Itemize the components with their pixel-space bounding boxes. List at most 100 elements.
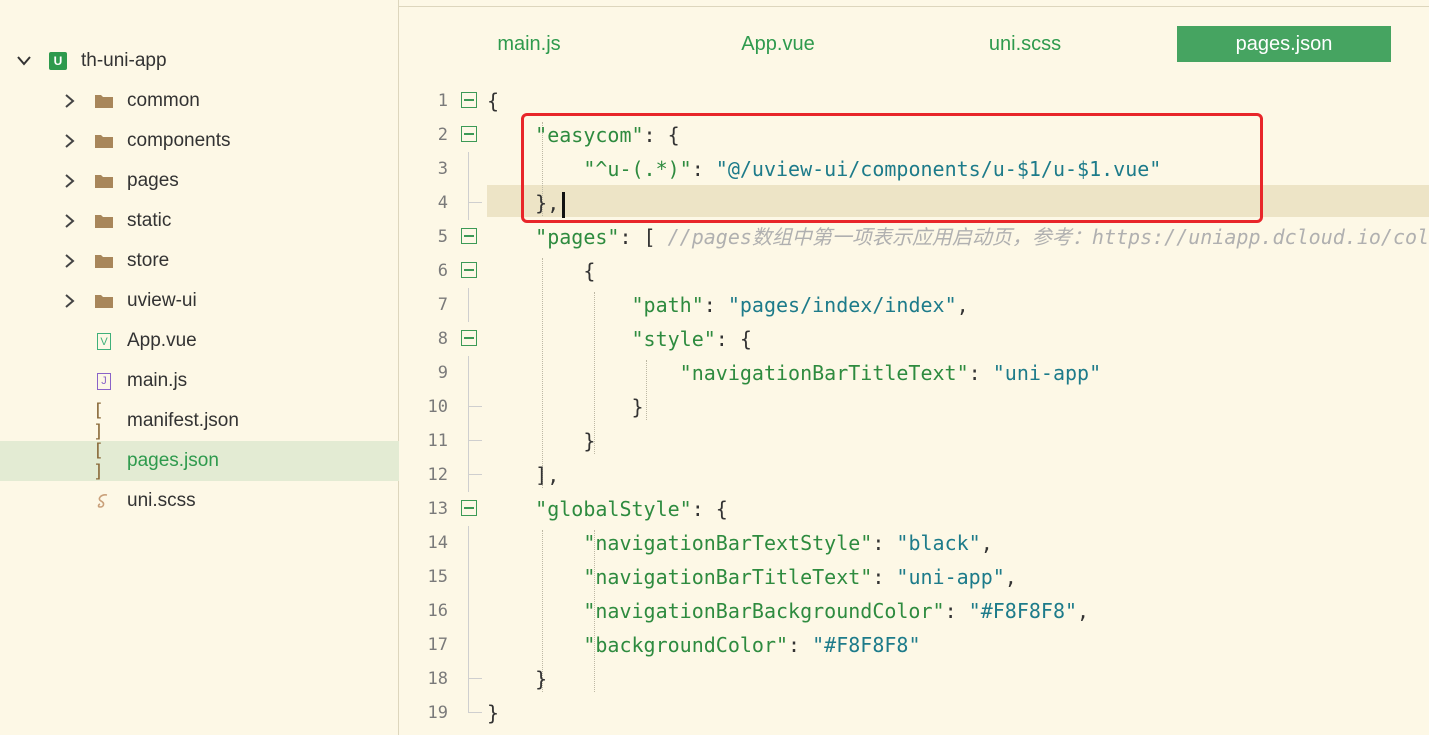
code-line[interactable]: 8 "style": { [400,322,1429,356]
tree-item-pages-json[interactable]: [ ] pages.json [0,440,399,482]
line-number: 11 [427,431,448,451]
fold-collapse-icon[interactable] [461,228,477,244]
fold-collapse-icon[interactable] [461,330,477,346]
fold-gutter-line [468,186,469,220]
code-text: "globalStyle": { [535,497,728,521]
code-line[interactable]: 12 ], [400,458,1429,492]
code-line[interactable]: 10 } [400,390,1429,424]
project-root[interactable]: U th-uni-app [0,41,399,81]
code-text: "navigationBarTitleText": "uni-app", [583,565,1017,589]
code-line[interactable]: 13 "globalStyle": { [400,492,1429,526]
code-line[interactable]: 18 } [400,662,1429,696]
code-text: { [487,89,500,113]
fold-gutter-end [468,202,482,203]
tree-item-label: static [127,210,172,231]
tree-item-label: App.vue [127,330,197,351]
tree-item-common[interactable]: common [0,81,399,121]
fold-gutter-line [468,390,469,424]
project-explorer: U th-uni-app common components pages static… [0,0,399,735]
tab-app-vue[interactable]: App.vue [662,26,894,62]
code-text: } [487,701,500,725]
code-line[interactable]: 11 } [400,424,1429,458]
tab-main-js[interactable]: main.js [410,26,648,62]
tree-item-label: pages [127,170,179,191]
folder-icon [93,130,115,152]
fold-gutter-end [468,712,482,713]
fold-gutter-line [468,560,469,594]
folder-icon [93,290,115,312]
tree-item-static[interactable]: static [0,201,399,241]
tree-item-label: uview-ui [127,290,197,311]
code-text: } [487,667,548,691]
tree-item-manifest-json[interactable]: [ ] manifest.json [0,400,399,442]
fold-gutter-line [468,424,469,458]
tree-item-label: manifest.json [127,410,239,431]
code-text: } [487,395,644,419]
fold-gutter-line [468,526,469,560]
code-line[interactable]: 5 "pages": [ //pages数组中第一项表示应用启动页，参考：htt… [400,220,1429,254]
chevron-right-icon[interactable] [63,174,77,188]
line-number: 10 [427,397,448,417]
fold-gutter-line [468,594,469,628]
code-line[interactable]: 7 "path": "pages/index/index", [400,288,1429,322]
chevron-right-icon[interactable] [63,294,77,308]
tree-item-store[interactable]: store [0,241,399,281]
json-file-icon: [ ] [93,400,105,442]
fold-gutter-line [468,356,469,390]
folder-icon [93,250,115,272]
tree-item-main-js[interactable]: Jmain.js [0,361,399,401]
tree-item-app-vue[interactable]: V App.vue [0,321,399,361]
tab-uni-scss[interactable]: uni.scss [913,26,1137,62]
line-number: 17 [427,635,448,655]
chevron-right-icon[interactable] [63,134,77,148]
tree-item-components[interactable]: components [0,121,399,161]
code-line[interactable]: 17 "backgroundColor": "#F8F8F8" [400,628,1429,662]
vue-file-icon: V [93,330,115,352]
tab-pages-json[interactable]: pages.json [1177,26,1391,62]
fold-gutter-line [468,288,469,322]
tree-item-uni-scss[interactable]: uni.scss [0,481,399,521]
fold-gutter-line [468,662,469,696]
code-line[interactable]: 9 "navigationBarTitleText": "uni-app" [400,356,1429,390]
line-number: 14 [427,533,448,553]
line-number: 8 [437,329,448,349]
fold-gutter-line [468,152,469,186]
folder-icon [93,170,115,192]
fold-gutter-end [468,474,482,475]
js-file-icon: J [93,370,115,392]
scss-file-icon [93,490,115,512]
code-text: "path": "pages/index/index", [631,293,969,317]
code-line[interactable]: 15 "navigationBarTitleText": "uni-app", [400,560,1429,594]
chevron-right-icon[interactable] [63,214,77,228]
json-file-icon: [ ] [93,440,105,482]
fold-collapse-icon[interactable] [461,126,477,142]
fold-collapse-icon[interactable] [461,262,477,278]
code-line[interactable]: 14 "navigationBarTextStyle": "black", [400,526,1429,560]
fold-collapse-icon[interactable] [461,500,477,516]
code-text: "navigationBarBackgroundColor": "#F8F8F8… [583,599,1090,623]
tree-item-uview-ui[interactable]: uview-ui [0,281,399,321]
code-text: ], [487,463,560,487]
fold-collapse-icon[interactable] [461,92,477,108]
line-number: 9 [437,363,448,383]
folder-icon [93,210,115,232]
code-line[interactable]: 16 "navigationBarBackgroundColor": "#F8F… [400,594,1429,628]
line-number: 7 [437,295,448,315]
chevron-down-icon[interactable] [17,54,31,68]
line-number: 1 [437,91,448,111]
folder-icon [93,90,115,112]
tree-item-pages[interactable]: pages [0,161,399,201]
code-line[interactable]: 19} [400,696,1429,730]
tree-item-label: store [127,250,170,271]
chevron-right-icon[interactable] [63,94,77,108]
tree-item-label: uni.scss [127,490,196,511]
fold-gutter-end [468,406,482,407]
code-line[interactable]: 6 { [400,254,1429,288]
chevron-right-icon[interactable] [63,254,77,268]
line-number: 12 [427,465,448,485]
